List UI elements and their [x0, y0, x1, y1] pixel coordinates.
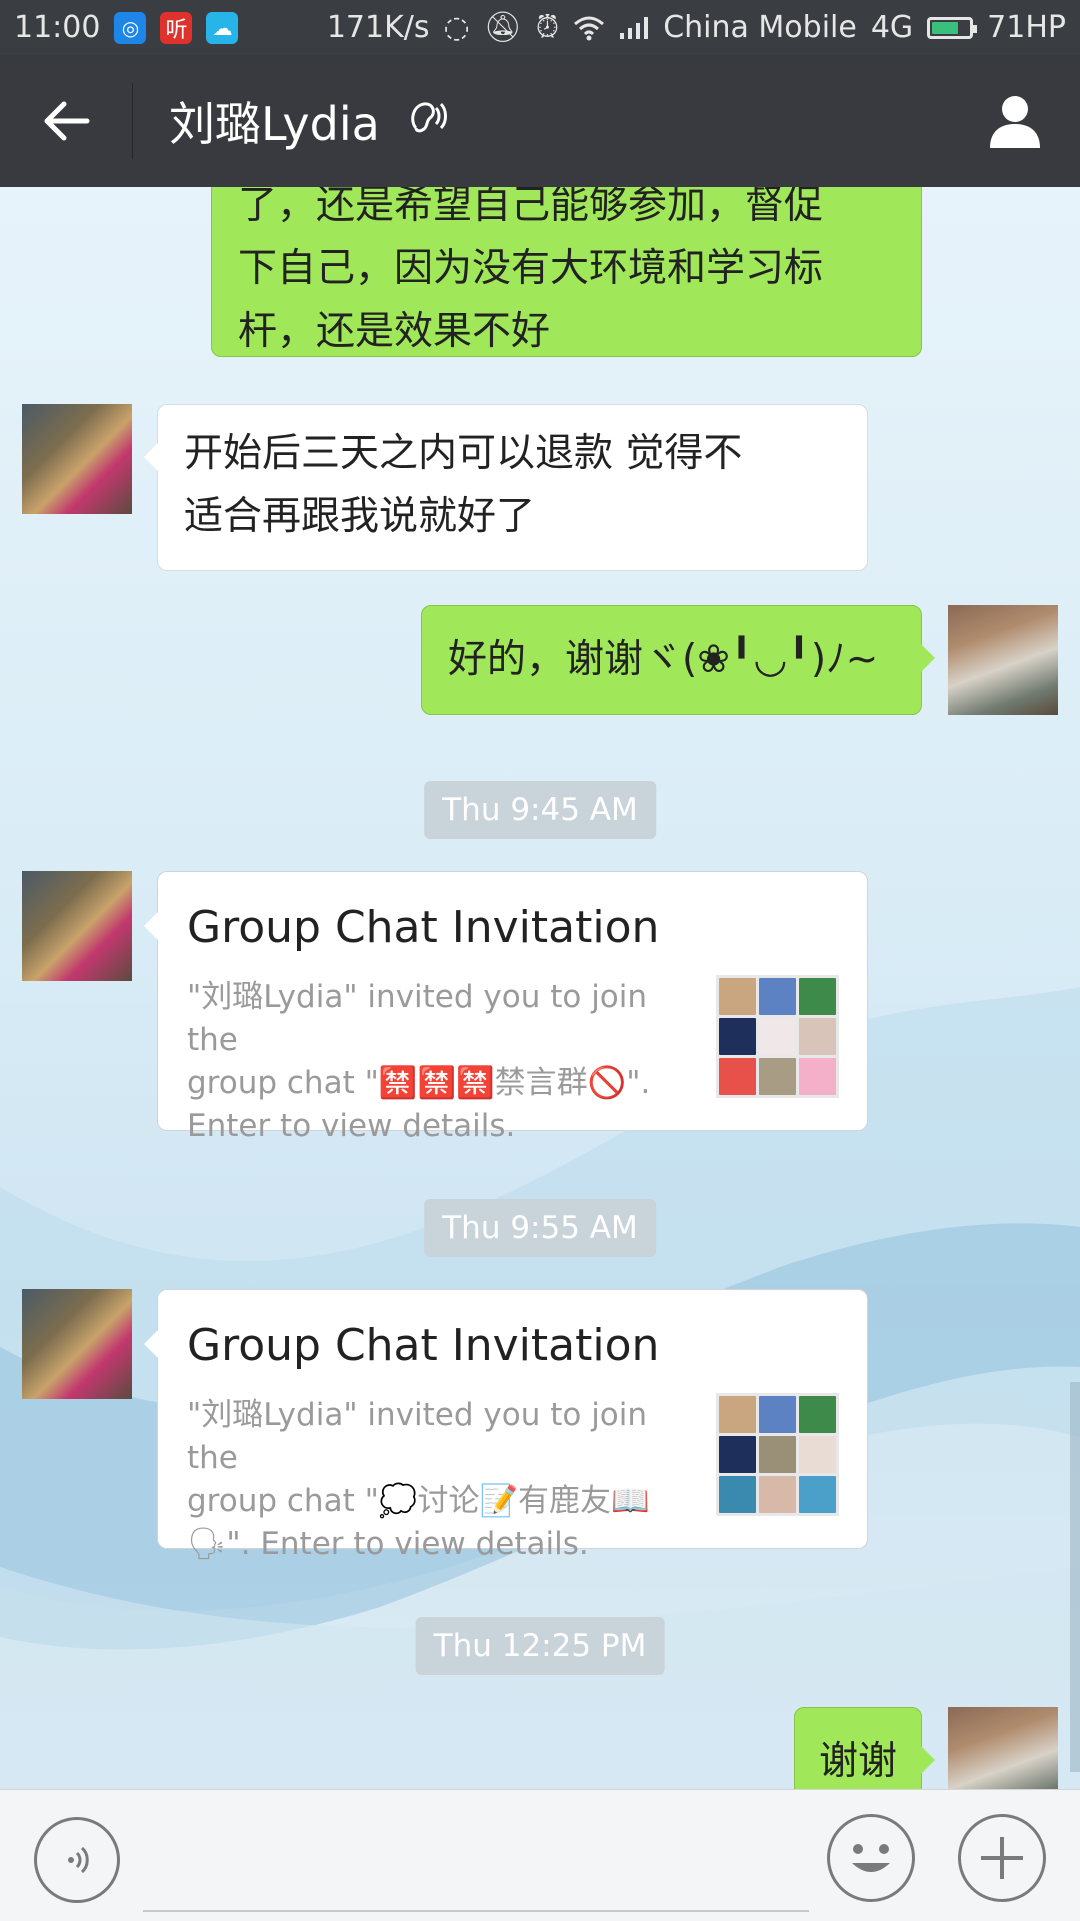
carrier-name: China Mobile	[663, 10, 857, 45]
mute-icon: 🔕︎	[483, 10, 522, 45]
chat-title: 刘璐Lydia	[169, 97, 380, 151]
message-input[interactable]	[143, 1860, 809, 1912]
chat-info-button[interactable]	[950, 55, 1080, 187]
battery-icon	[927, 16, 978, 39]
sync-icon: ◌	[443, 10, 470, 45]
card-description: "刘璐Lydia" invited you to join the group …	[187, 1394, 677, 1566]
back-arrow-icon	[44, 101, 90, 141]
message-line: 了，还是希望自己能够参加，督促	[238, 187, 824, 228]
alarm-icon: ⏰︎	[535, 10, 560, 45]
message-list[interactable]: 了，还是希望自己能够参加，督促 下自己，因为没有大环境和学习标 杆，还是效果不好…	[0, 187, 1080, 1789]
status-left: 11:00 ◎ 听 ☁	[14, 10, 239, 45]
card-line: 🗣". Enter to view details.	[187, 1526, 589, 1562]
contact-avatar[interactable]	[22, 871, 132, 981]
card-line: "刘璐Lydia" invited you to join the	[187, 1397, 648, 1476]
emoji-icon	[852, 1844, 890, 1872]
voice-input-button[interactable]	[34, 1817, 120, 1903]
chat-header: 刘璐Lydia	[0, 55, 1080, 187]
back-button[interactable]	[0, 55, 132, 187]
timestamp: Thu 9:55 AM	[424, 1199, 656, 1257]
message-bubble-incoming[interactable]: 开始后三天之内可以退款 觉得不 适合再跟我说就好了	[144, 404, 868, 571]
earpiece-mode-icon	[406, 98, 448, 144]
listen-app-icon: 听	[160, 11, 193, 44]
status-time: 11:00	[14, 10, 101, 45]
network-speed: 171K/s	[326, 10, 430, 45]
message-bubble-outgoing[interactable]: 好的，谢谢ヾ(❀╹◡╹)ﾉ~	[421, 605, 935, 715]
plus-icon	[981, 1837, 1023, 1879]
wifi-icon	[574, 16, 605, 40]
message-line: 下自己，因为没有大环境和学习标	[238, 246, 824, 291]
group-invite-card[interactable]: Group Chat Invitation "刘璐Lydia" invited …	[144, 871, 868, 1144]
message-line: 开始后三天之内可以退款 觉得不	[184, 431, 743, 476]
message-line: 适合再跟我说就好了	[184, 494, 536, 539]
message-line: 杆，还是效果不好	[238, 309, 551, 354]
card-description: "刘璐Lydia" invited you to join the group …	[187, 976, 677, 1148]
signal-icon	[620, 16, 649, 39]
contact-avatar[interactable]	[22, 404, 132, 514]
voice-input-icon	[68, 1846, 89, 1874]
chat-scrollbar[interactable]	[1070, 1382, 1080, 1772]
card-line: group chat "🈲🈲🈲禁言群🚫".	[187, 1065, 651, 1101]
profile-icon	[990, 96, 1040, 148]
card-title: Group Chat Invitation	[187, 902, 660, 953]
network-type: 4G	[870, 10, 914, 45]
header-divider	[132, 83, 133, 159]
group-avatar-thumbnail	[716, 975, 839, 1098]
card-line: Enter to view details.	[187, 1108, 516, 1144]
message-bubble-outgoing[interactable]: 谢谢	[794, 1707, 935, 1789]
message-text: 好的，谢谢ヾ(❀╹◡╹)ﾉ~	[448, 637, 879, 682]
timestamp: Thu 9:45 AM	[424, 781, 656, 839]
card-title: Group Chat Invitation	[187, 1320, 660, 1371]
more-options-button[interactable]	[958, 1814, 1046, 1902]
cloud-app-icon: ☁	[206, 11, 239, 44]
my-avatar[interactable]	[948, 1707, 1058, 1789]
message-bubble-outgoing[interactable]: 了，还是希望自己能够参加，督促 下自己，因为没有大环境和学习标 杆，还是效果不好	[211, 187, 922, 357]
battery-fill	[932, 21, 958, 34]
emoji-button[interactable]	[827, 1814, 915, 1902]
message-text: 谢谢	[819, 1739, 898, 1784]
status-bar: 11:00 ◎ 听 ☁ 171K/s ◌ 🔕︎ ⏰︎ China Mobile …	[0, 0, 1080, 55]
battery-label: 71HP	[987, 10, 1066, 45]
contact-avatar[interactable]	[22, 1289, 132, 1399]
my-avatar[interactable]	[948, 605, 1058, 715]
qq-browser-icon: ◎	[114, 11, 147, 44]
input-bar	[0, 1789, 1080, 1921]
timestamp: Thu 12:25 PM	[415, 1617, 665, 1675]
group-avatar-thumbnail	[716, 1393, 839, 1516]
card-line: "刘璐Lydia" invited you to join the	[187, 979, 648, 1058]
card-line: group chat "💭讨论📝有鹿友📖	[187, 1483, 650, 1519]
status-right: 171K/s ◌ 🔕︎ ⏰︎ China Mobile 4G 71HP	[327, 10, 1066, 45]
group-invite-card[interactable]: Group Chat Invitation "刘璐Lydia" invited …	[144, 1289, 868, 1562]
